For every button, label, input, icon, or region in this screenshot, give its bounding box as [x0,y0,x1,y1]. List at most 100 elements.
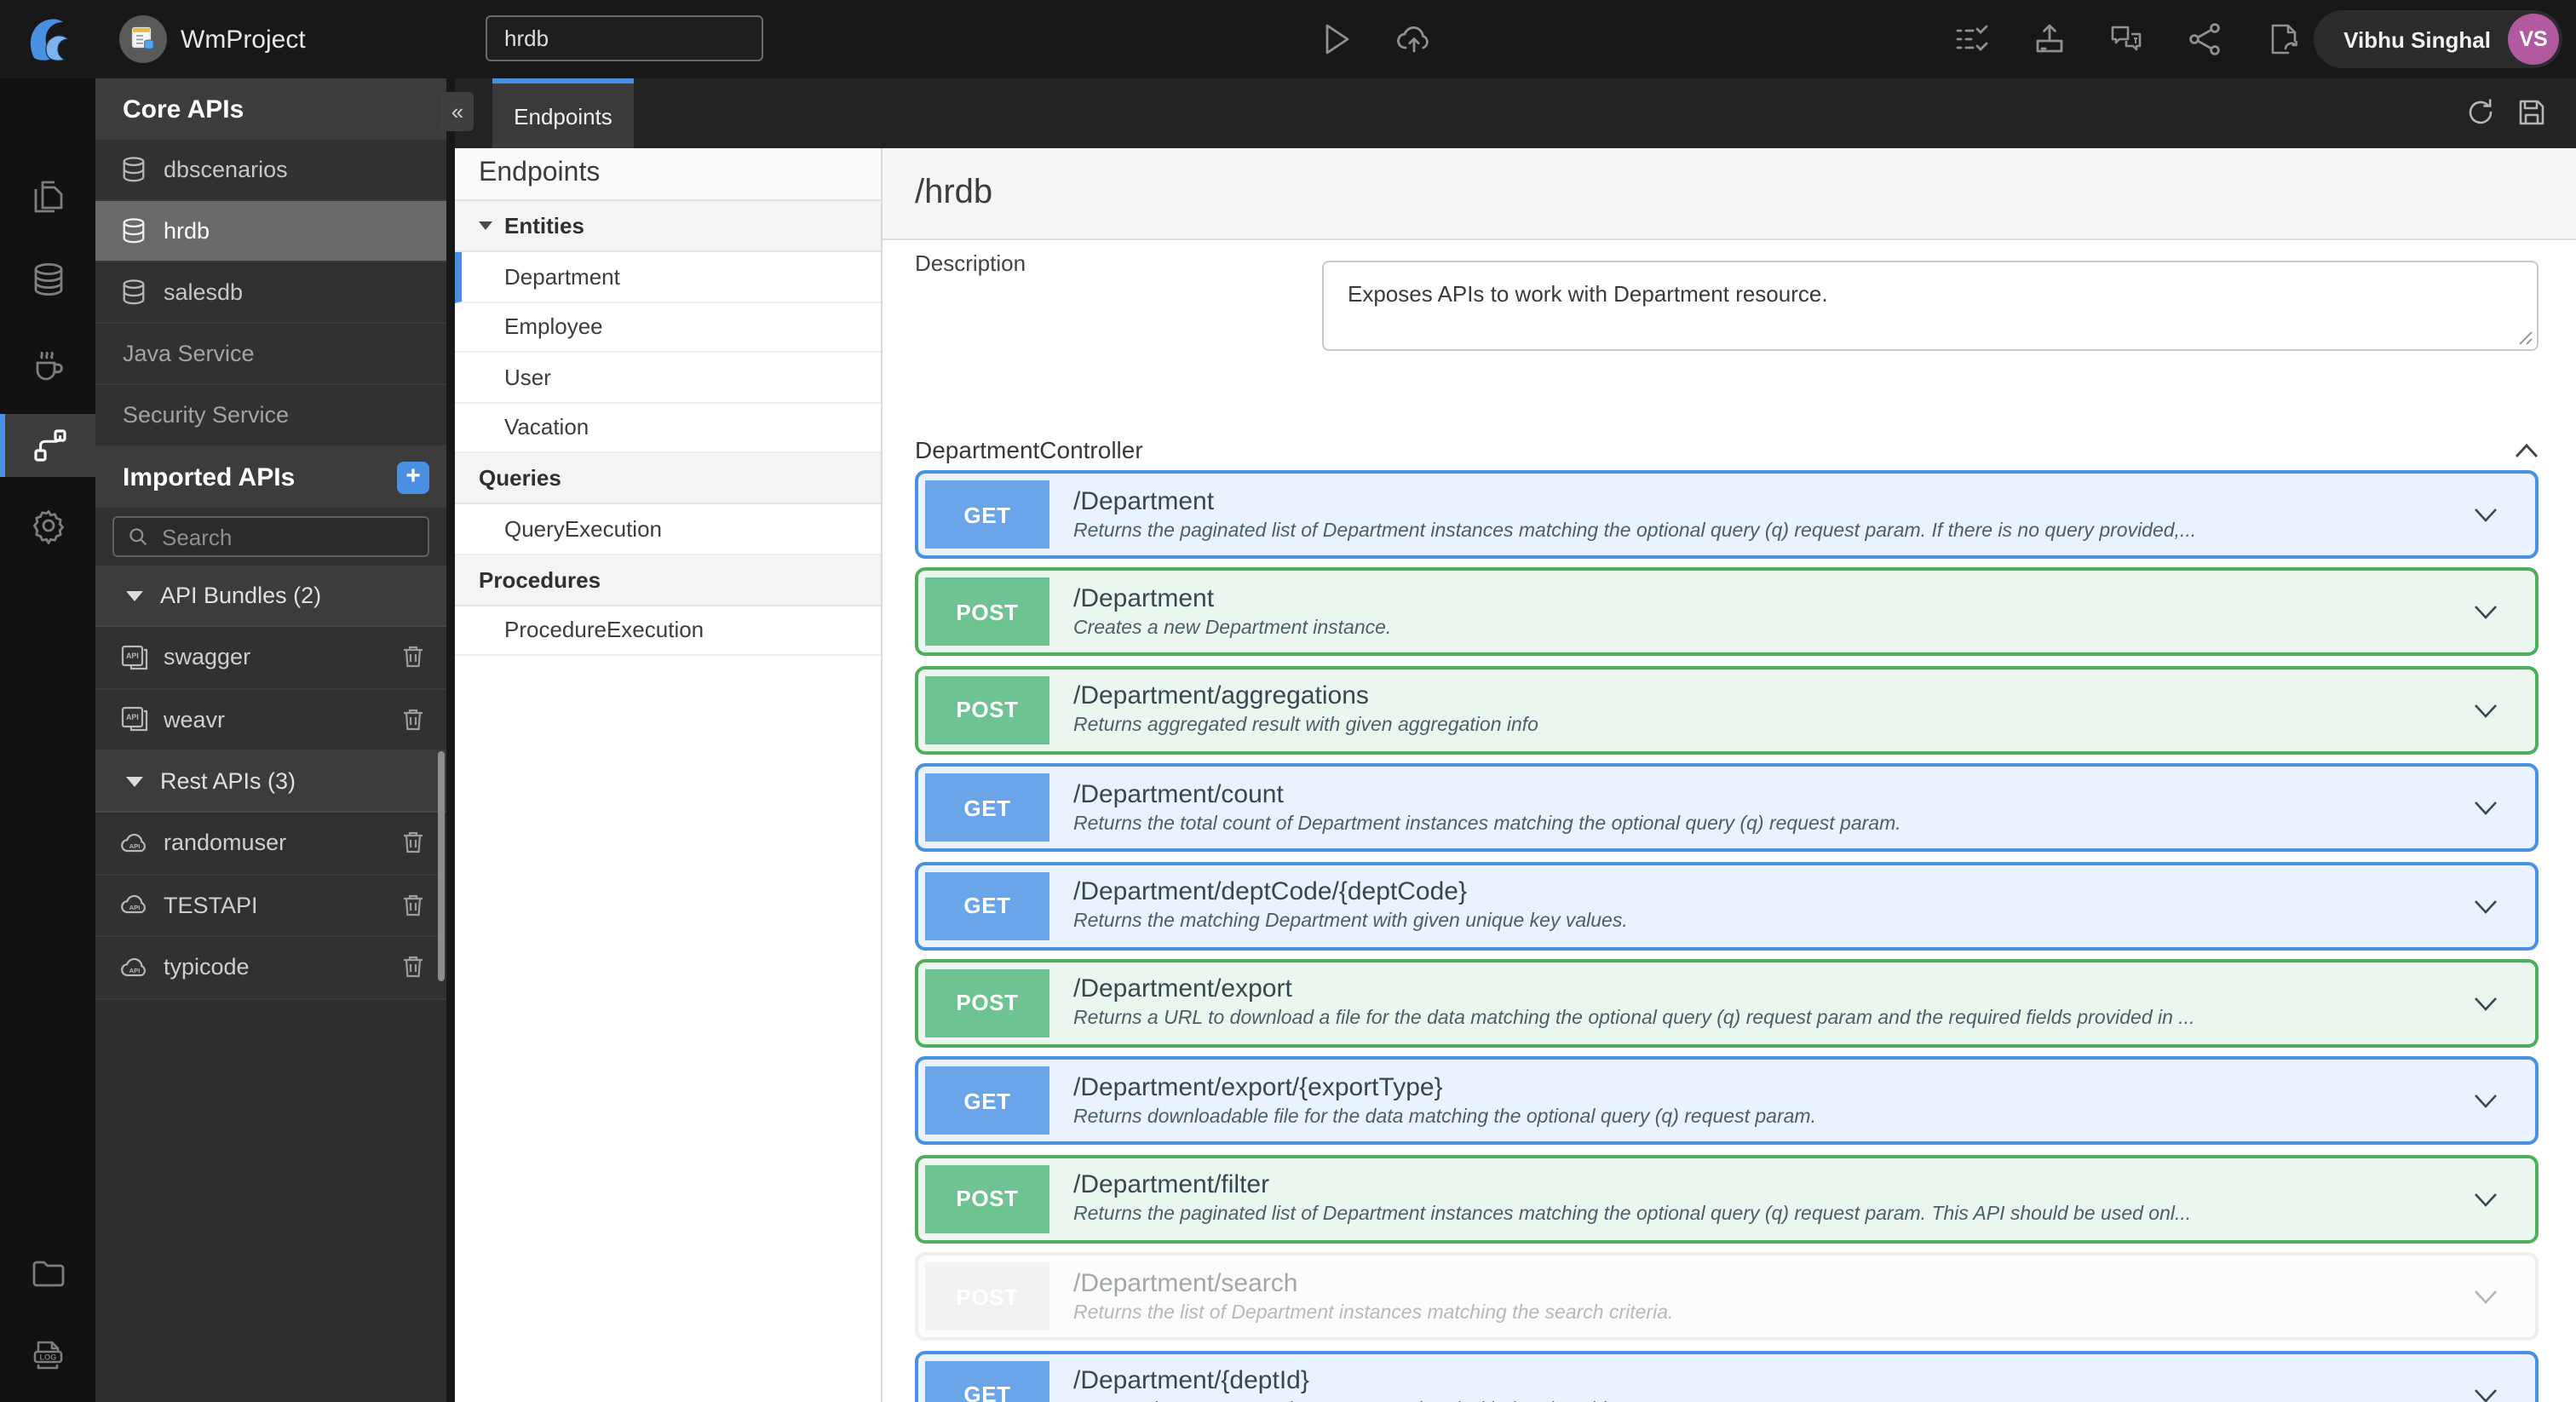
add-api-button[interactable]: + [397,461,429,493]
core-apis-panel: Core APIs dbscenarios hrdb salesdb Java … [95,78,446,1402]
run-button[interactable] [1317,20,1354,58]
wavemaker-logo[interactable] [0,0,95,78]
chevron-down-icon[interactable] [2474,1290,2498,1305]
svg-text:API: API [126,652,139,660]
item-label: Java Service [123,341,255,366]
endpoint-description: Returns aggregated result with given agg… [1073,715,1538,737]
sidebar-item-apis[interactable] [0,414,95,477]
endpoint-path: /Department/{deptId} [1073,1366,1309,1396]
sidebar-item-files[interactable] [0,1242,95,1305]
item-label: randomuser [164,830,287,856]
feedback-chat-icon[interactable] [2107,20,2145,58]
api-search-input[interactable]: Search [112,516,429,557]
chevron-down-icon[interactable] [2474,704,2498,719]
core-api-item-salesdb[interactable]: salesdb [95,262,446,324]
sidebar-item-database[interactable] [0,249,95,312]
delete-icon[interactable] [400,707,426,733]
branch-icon[interactable] [2186,20,2223,58]
imported-api-testapi[interactable]: API TESTAPI [95,875,446,937]
chevron-down-icon[interactable] [2474,899,2498,914]
controller-header[interactable]: DepartmentController [915,429,2539,470]
endpoint-card[interactable]: GET /Department/export/{exportType} Retu… [915,1056,2539,1146]
delete-icon[interactable] [400,645,426,670]
tab-endpoints[interactable]: Endpoints [492,78,634,148]
tree-item-queryexecution[interactable]: QueryExecution [455,504,881,554]
method-badge: GET [925,1066,1049,1135]
chevron-down-icon[interactable] [2474,1095,2498,1110]
tree-item-vacation[interactable]: Vacation [455,403,881,453]
endpoint-card[interactable]: POST /Department/aggregations Returns ag… [915,665,2539,755]
tree-item-procedureexecution[interactable]: ProcedureExecution [455,606,881,656]
core-api-item-dbscenarios[interactable]: dbscenarios [95,140,446,201]
collapse-panel-button[interactable]: « [441,92,474,131]
endpoint-card[interactable]: POST /Department/export Returns a URL to… [915,958,2539,1048]
imported-api-swagger[interactable]: API swagger [95,627,446,689]
core-api-item-hrdb[interactable]: hrdb [95,201,446,262]
svg-text:API: API [129,967,141,974]
chevron-down-icon[interactable] [2474,606,2498,621]
tree-group-procedures[interactable]: Procedures [455,554,881,606]
description-input[interactable]: Exposes APIs to work with Department res… [1322,261,2539,351]
deploy-icon[interactable] [2031,20,2068,58]
endpoint-card[interactable]: GET /Department/{deptId} Returns the Dep… [915,1350,2539,1402]
chevron-down-icon[interactable] [2474,508,2498,523]
imported-api-weavr[interactable]: API weavr [95,689,446,751]
chevron-down-icon[interactable] [2474,1388,2498,1402]
chevron-down-icon [126,776,143,786]
tree-item-employee[interactable]: Employee [455,302,881,353]
user-menu[interactable]: Vibhu Singhal VS [2313,10,2562,68]
delete-icon[interactable] [400,830,426,856]
project-name[interactable]: WmProject [181,0,306,78]
search-placeholder: Search [162,524,233,549]
endpoint-description: Returns the total count of Department in… [1073,813,1901,835]
imported-api-randomuser[interactable]: API randomuser [95,813,446,875]
endpoint-card-disabled[interactable]: POST /Department/search Returns the list… [915,1252,2539,1342]
sidebar-item-logs[interactable]: LOG [0,1324,95,1387]
refresh-icon[interactable] [2465,97,2496,128]
endpoint-card[interactable]: POST /Department Creates a new Departmen… [915,567,2539,657]
panel-divider [446,78,455,1402]
log-file-icon: LOG [32,1341,62,1370]
delete-icon[interactable] [400,893,426,918]
imported-api-typicode[interactable]: API typicode [95,937,446,999]
folder-icon [32,1261,64,1287]
endpoint-card[interactable]: POST /Department/filter Returns the pagi… [915,1154,2539,1244]
database-icon [123,218,145,244]
tree-item-department[interactable]: Department [455,252,881,302]
core-api-item-security-service[interactable]: Security Service [95,385,446,446]
endpoint-card[interactable]: GET /Department/count Returns the total … [915,763,2539,853]
api-cloud-icon: API [121,833,146,852]
sidebar-item-settings[interactable] [0,494,95,557]
sidebar-item-pages[interactable] [0,165,95,228]
endpoint-card[interactable]: GET /Department/deptCode/{deptCode} Retu… [915,861,2539,951]
tree-item-user[interactable]: User [455,353,881,403]
top-search-input[interactable]: hrdb [486,15,763,61]
endpoint-path: /Department/deptCode/{deptCode} [1073,877,1467,907]
endpoint-card[interactable]: GET /Department Returns the paginated li… [915,470,2539,559]
chevron-down-icon[interactable] [2474,997,2498,1012]
delete-icon[interactable] [400,955,426,980]
file-sync-icon[interactable] [2264,20,2302,58]
left-rail: LOG [0,78,95,1402]
sidebar-item-java[interactable] [0,332,95,395]
chevron-down-icon[interactable] [2474,801,2498,816]
item-label: User [504,364,551,390]
checklist-icon[interactable] [1952,20,1990,58]
panel-scrollbar[interactable] [438,751,445,981]
java-cup-icon [35,352,62,381]
tree-group-queries[interactable]: Queries [455,453,881,504]
cloud-upload-button[interactable] [1395,20,1433,58]
chevron-up-icon[interactable] [2515,442,2539,457]
resize-grip[interactable] [2518,330,2533,346]
project-icon[interactable] [119,15,167,63]
item-label: swagger [164,644,251,670]
save-icon[interactable] [2516,97,2547,128]
imported-apis-title: Imported APIs [123,463,296,491]
core-api-item-java-service[interactable]: Java Service [95,324,446,385]
database-icon [33,263,62,296]
description-label: Description [915,250,1026,276]
tree-group-entities[interactable]: Entities [455,201,881,252]
chevron-down-icon[interactable] [2474,1192,2498,1207]
group-api-bundles[interactable]: API Bundles (2) [95,566,446,627]
group-rest-apis[interactable]: Rest APIs (3) [95,751,446,813]
